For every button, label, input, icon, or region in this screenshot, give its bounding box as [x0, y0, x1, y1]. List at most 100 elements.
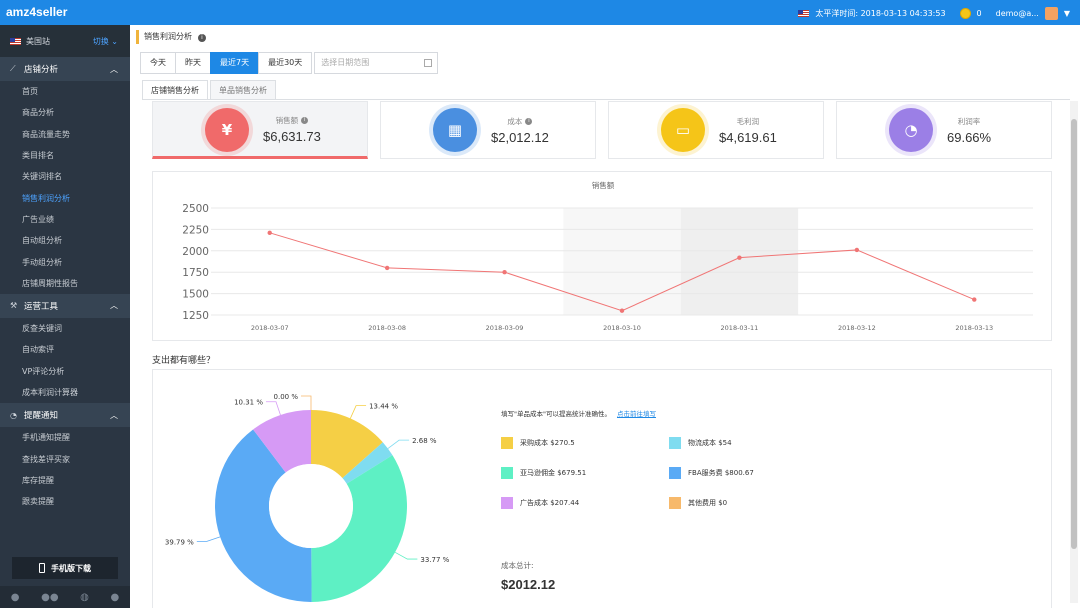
calculator-icon: ▦: [433, 108, 477, 152]
chevron-up-icon[interactable]: ︿: [110, 410, 118, 421]
y-tick-label: 2000: [182, 246, 209, 258]
sidebar-item[interactable]: 自动索评: [0, 339, 130, 360]
sidebar-item[interactable]: 手动组分析: [0, 251, 130, 272]
legend-item[interactable]: FBA服务费 $800.67: [669, 467, 754, 479]
user-account[interactable]: demo@a...: [996, 9, 1039, 18]
scrollbar[interactable]: [1070, 101, 1078, 603]
x-tick-label: 2018-03-12: [838, 324, 876, 332]
us-flag-icon: [798, 10, 810, 17]
tab-analysis[interactable]: 单品销售分析: [210, 80, 276, 100]
sidebar-item[interactable]: 店铺周期性报告: [0, 273, 130, 294]
y-tick-label: 1500: [182, 289, 209, 301]
brand-logo[interactable]: amz4seller: [6, 5, 67, 19]
date-button[interactable]: 昨天: [175, 52, 211, 74]
expense-section-title: 支出都有哪些？: [152, 356, 216, 366]
data-point[interactable]: [384, 265, 390, 271]
sidebar-item[interactable]: 自动组分析: [0, 230, 130, 251]
legend-label: 采购成本 $270.5: [520, 439, 575, 447]
pie-percent-label: 33.77 %: [420, 556, 449, 564]
stat-cards: ¥ 销售额 i $6,631.73 ▦ 成本 i $2,012.12 ▭ 毛利润 $4,619.61…: [152, 101, 1052, 161]
y-tick-label: 2500: [182, 203, 209, 215]
x-tick-label: 2018-03-10: [603, 324, 641, 332]
sidebar-item[interactable]: 类目排名: [0, 145, 130, 166]
team-icon[interactable]: ●: [110, 592, 119, 603]
sidebar-item[interactable]: 商品分析: [0, 102, 130, 123]
region-name: 美国站: [26, 36, 50, 46]
chevron-up-icon[interactable]: ︿: [110, 300, 118, 311]
data-point[interactable]: [737, 255, 742, 260]
legend-swatch: [669, 467, 681, 479]
group-icon[interactable]: ●●: [41, 592, 58, 603]
date-range-input[interactable]: 选择日期范围: [314, 52, 439, 74]
chevron-down-icon[interactable]: ▼: [1064, 9, 1070, 18]
sidebar-section-header[interactable]: ◔ 提醒通知 ︿: [0, 403, 130, 428]
top-bar: amz4seller 太平洋时间: 2018-03-13 04:33:53 0 …: [0, 0, 1080, 25]
legend-item[interactable]: 亚马逊佣金 $679.51: [501, 467, 586, 479]
sidebar-item[interactable]: 首页: [0, 81, 130, 102]
pie-percent-label: 2.68 %: [412, 437, 437, 445]
stat-card[interactable]: ▭ 毛利润 $4,619.61: [608, 101, 824, 159]
donut-hole: [269, 464, 353, 548]
data-point[interactable]: [502, 270, 507, 275]
x-tick-label: 2018-03-11: [721, 324, 759, 332]
sidebar-item[interactable]: 广告业绩: [0, 209, 130, 230]
sidebar-item[interactable]: 跟卖提醒: [0, 491, 130, 512]
date-button[interactable]: 最近30天: [258, 52, 313, 74]
sidebar-item[interactable]: 成本利润计算器: [0, 382, 130, 403]
pie-label-leader: [301, 395, 312, 410]
info-icon[interactable]: i: [525, 118, 533, 125]
sidebar-item[interactable]: 查找差评买家: [0, 448, 130, 469]
sidebar-item[interactable]: 销售利润分析: [0, 187, 130, 208]
legend-label: 其他费用 $0: [688, 499, 728, 507]
scrollbar-thumb[interactable]: [1071, 119, 1077, 549]
top-bar-right: 太平洋时间: 2018-03-13 04:33:53 0 demo@a... ▼: [798, 7, 1070, 20]
legend-swatch: [669, 497, 681, 509]
date-filter-bar: 今天 昨天 最近7天 最近30天 选择日期范围: [140, 52, 439, 74]
sidebar-section-header[interactable]: ⚒ 运营工具 ︿: [0, 293, 130, 318]
sidebar-item[interactable]: 库存提醒: [0, 470, 130, 491]
stat-card[interactable]: ◔ 利润率 69.66%: [836, 101, 1052, 159]
legend-item[interactable]: 采购成本 $270.5: [501, 437, 575, 449]
sidebar-item[interactable]: 手机通知提醒: [0, 427, 130, 448]
legend-item[interactable]: 其他费用 $0: [669, 497, 727, 509]
wechat-icon[interactable]: ◍: [80, 592, 89, 603]
date-button[interactable]: 今天: [140, 52, 176, 74]
data-point[interactable]: [854, 247, 860, 253]
user-icon[interactable]: ●: [11, 592, 20, 603]
pie-percent-label: 13.44 %: [369, 403, 398, 411]
stat-value: $6,631.73: [263, 128, 321, 144]
line-chart-title: 销售额: [592, 180, 615, 190]
expense-pie-panel: 13.44 % 2.68 % 33.77 % 39.79 % 10.31 % 0.00 %…: [152, 369, 1052, 608]
stat-card[interactable]: ¥ 销售额 i $6,631.73: [152, 101, 368, 159]
legend-label: 广告成本 $207.44: [520, 499, 580, 507]
money-bag-icon: ¥: [205, 108, 249, 152]
chevron-up-icon[interactable]: ︿: [110, 64, 118, 75]
stat-card[interactable]: ▦ 成本 i $2,012.12: [380, 101, 596, 159]
coin-count: 0: [976, 9, 982, 18]
stat-label: 销售额 i: [263, 115, 321, 126]
info-icon[interactable]: i: [301, 117, 309, 124]
tab-analysis[interactable]: 店铺销售分析: [142, 80, 208, 100]
sidebar-item[interactable]: 反查关键词: [0, 318, 130, 339]
fill-cost-link[interactable]: 点击前往填写: [617, 410, 656, 418]
mobile-download-button[interactable]: 手机版下载: [12, 557, 118, 579]
pie-label-leader: [349, 405, 367, 419]
legend-item[interactable]: 物流成本 $54: [669, 437, 732, 449]
tab-divider: [142, 99, 1070, 100]
data-point[interactable]: [267, 230, 272, 236]
data-point[interactable]: [619, 308, 625, 313]
phone-icon: [39, 563, 45, 573]
sidebar-section-header[interactable]: ⟋ 店铺分析 ︿: [0, 57, 130, 81]
sidebar-item[interactable]: 商品流量走势: [0, 124, 130, 145]
sidebar-item[interactable]: VP评论分析: [0, 361, 130, 382]
info-icon[interactable]: i: [198, 34, 206, 42]
region-switch-button[interactable]: 切换 ⌄: [93, 36, 118, 47]
data-point[interactable]: [972, 297, 977, 302]
date-button[interactable]: 最近7天: [210, 52, 260, 74]
region-selector[interactable]: 美国站 切换 ⌄: [0, 25, 130, 57]
sidebar-item[interactable]: 关键词排名: [0, 166, 130, 187]
y-tick-label: 2250: [182, 224, 209, 236]
sales-line-chart: 销售额 1250 1500 1750 2000 2250 2500 2018-03-07 201…: [152, 171, 1052, 341]
legend-item[interactable]: 广告成本 $207.44: [501, 497, 579, 509]
avatar[interactable]: [1044, 7, 1058, 20]
